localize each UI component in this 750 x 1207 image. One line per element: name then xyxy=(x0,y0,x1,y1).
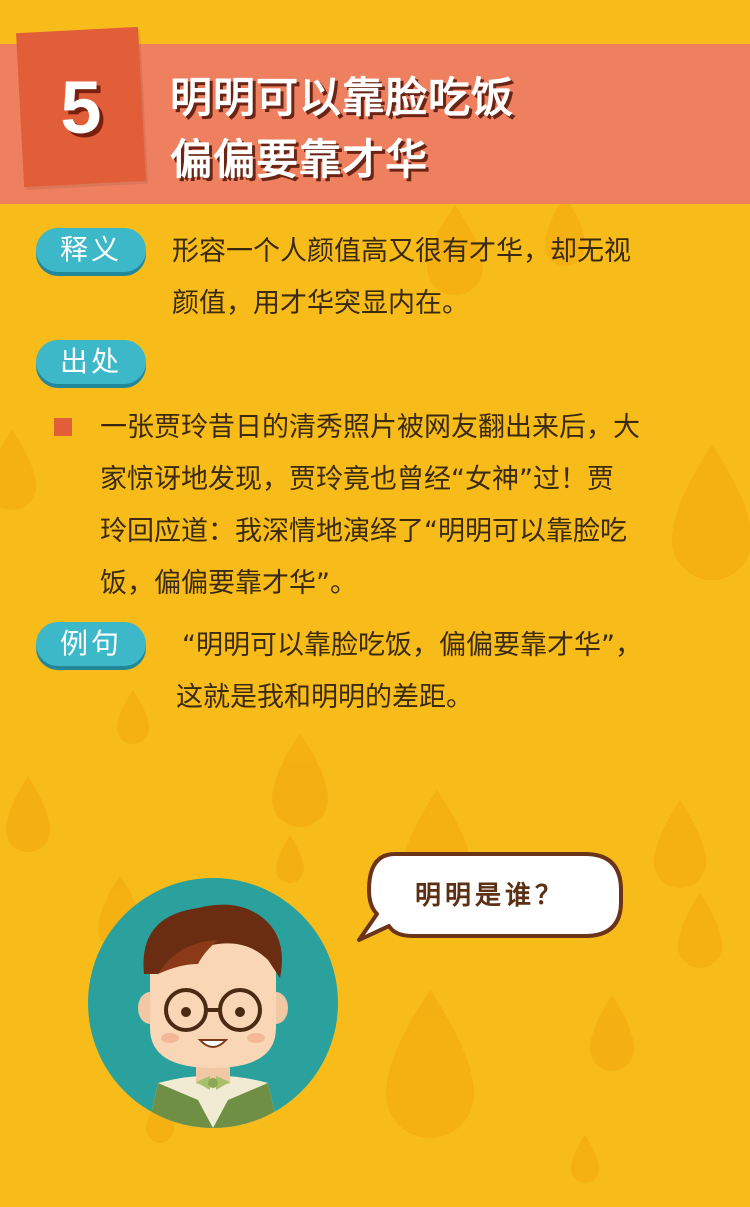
meaning-text-line-1: 形容一个人颜值高又很有才华，却无视 xyxy=(172,236,631,267)
meaning-label: 释义 xyxy=(36,228,146,272)
example-text-line-2: 这就是我和明明的差距。 xyxy=(176,682,473,713)
avatar xyxy=(88,878,338,1128)
origin-text-line-2: 家惊讶地发现，贾玲竟也曾经“女神”过！贾 xyxy=(100,464,614,495)
cartoon-man-illustration xyxy=(138,904,288,1128)
origin-text-line-3: 玲回应道：我深情地演绎了“明明可以靠脸吃 xyxy=(100,516,627,547)
origin-bullet xyxy=(54,418,72,436)
origin-text-line-4: 饭，偏偏要靠才华”。 xyxy=(100,568,357,599)
origin-label: 出处 xyxy=(36,340,146,384)
badge-number: 5 xyxy=(60,65,102,149)
example-label: 例句 xyxy=(36,622,146,666)
speech-bubble-text: 明明是谁？ xyxy=(414,880,565,911)
title-line-2: 偏偏要靠才华 xyxy=(170,135,429,184)
example-text-line-1: “明明可以靠脸吃饭，偏偏要靠才华”， xyxy=(182,630,642,661)
meaning-text-line-2: 颜值，用才华突显内在。 xyxy=(172,288,469,319)
title-line-1: 明明可以靠脸吃饭 xyxy=(170,73,515,122)
origin-text-line-1: 一张贾玲昔日的清秀照片被网友翻出来后，大 xyxy=(100,412,640,443)
